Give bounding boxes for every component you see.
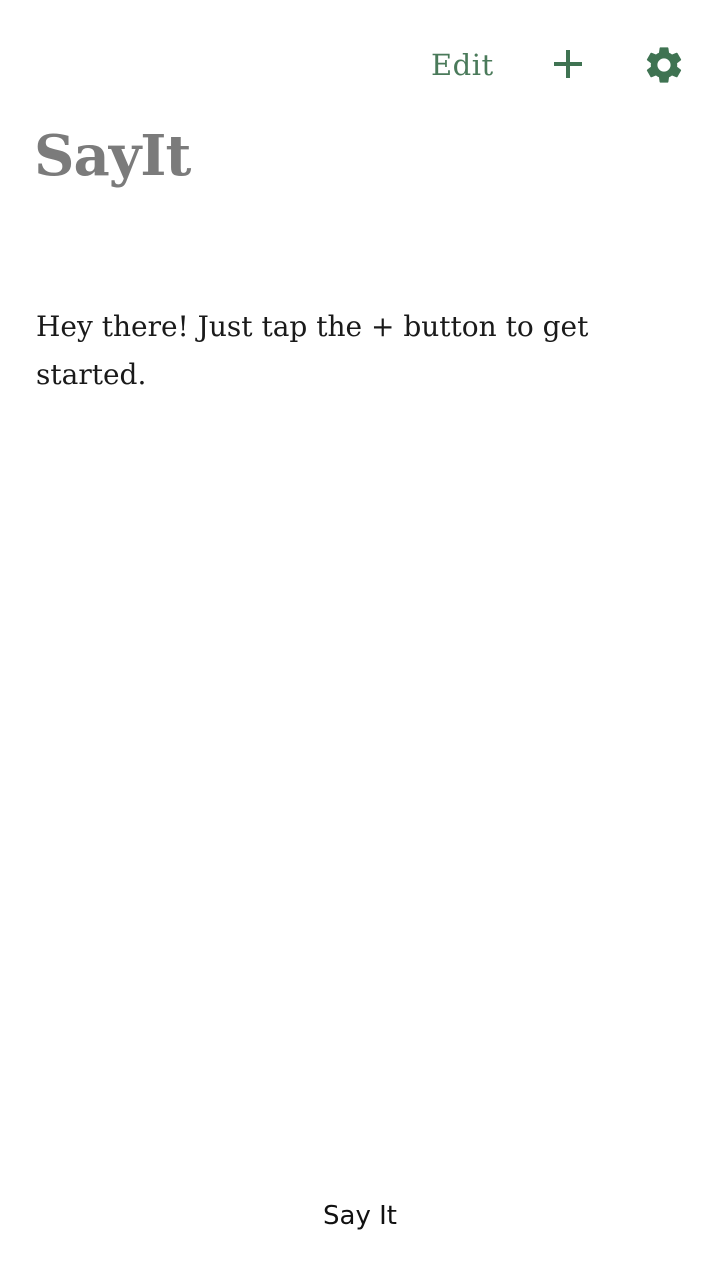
say-it-button[interactable]: Say It — [260, 1194, 460, 1238]
bottom-bar: Say It — [0, 1184, 720, 1280]
settings-button[interactable] — [642, 43, 686, 87]
empty-state-message: Hey there! Just tap the + button to get … — [36, 310, 589, 391]
page-title: SayIt — [34, 123, 191, 189]
plus-icon — [554, 50, 582, 78]
edit-button[interactable]: Edit — [431, 43, 494, 87]
gear-icon — [646, 47, 682, 83]
top-bar: Edit — [0, 0, 720, 128]
add-button[interactable] — [548, 44, 588, 84]
